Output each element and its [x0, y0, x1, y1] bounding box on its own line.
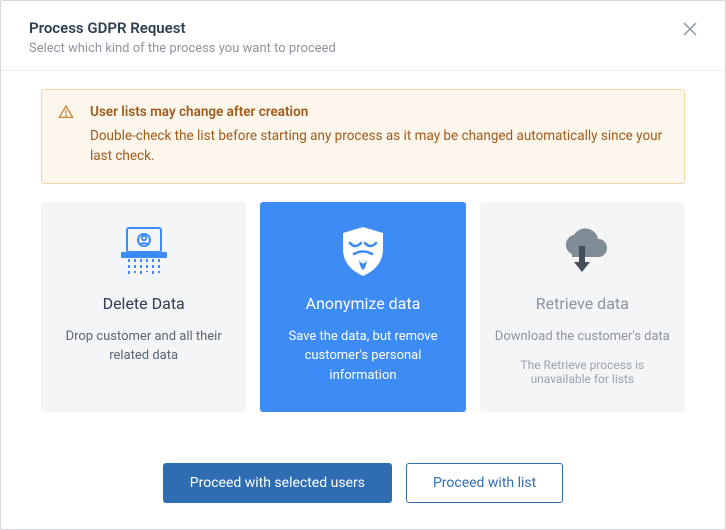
- option-title: Delete Data: [103, 294, 185, 313]
- option-desc: Save the data, but remove customer's per…: [274, 327, 451, 386]
- close-button[interactable]: [683, 21, 701, 39]
- option-anonymize-data[interactable]: Anonymize data Save the data, but remove…: [260, 202, 465, 412]
- alert-text: Double-check the list before starting an…: [90, 126, 666, 167]
- option-title: Anonymize data: [306, 294, 421, 313]
- modal-subtitle: Select which kind of the process you wan…: [29, 41, 697, 56]
- modal-body: User lists may change after creation Dou…: [1, 71, 725, 447]
- option-retrieve-data: Retrieve data Download the customer's da…: [480, 202, 685, 412]
- cloud-download-icon: [552, 222, 612, 280]
- option-note: The Retrieve process is unavailable for …: [494, 358, 671, 386]
- option-delete-data[interactable]: Delete Data Drop customer and all their …: [41, 202, 246, 412]
- proceed-selected-users-button[interactable]: Proceed with selected users: [163, 463, 392, 503]
- shredder-icon: [115, 222, 173, 280]
- anonymous-mask-icon: [336, 222, 390, 280]
- modal-title: Process GDPR Request: [29, 19, 697, 37]
- gdpr-modal: Process GDPR Request Select which kind o…: [0, 0, 726, 530]
- close-icon: [683, 22, 697, 36]
- option-cards: Delete Data Drop customer and all their …: [41, 202, 685, 412]
- proceed-with-list-button[interactable]: Proceed with list: [406, 463, 563, 503]
- warning-alert: User lists may change after creation Dou…: [41, 89, 685, 184]
- modal-footer: Proceed with selected users Proceed with…: [1, 447, 725, 529]
- option-title: Retrieve data: [536, 294, 629, 313]
- warning-icon: [58, 104, 74, 124]
- alert-title: User lists may change after creation: [90, 104, 666, 120]
- modal-header: Process GDPR Request Select which kind o…: [1, 1, 725, 71]
- option-desc: Download the customer's data: [495, 327, 670, 347]
- option-desc: Drop customer and all their related data: [55, 327, 232, 366]
